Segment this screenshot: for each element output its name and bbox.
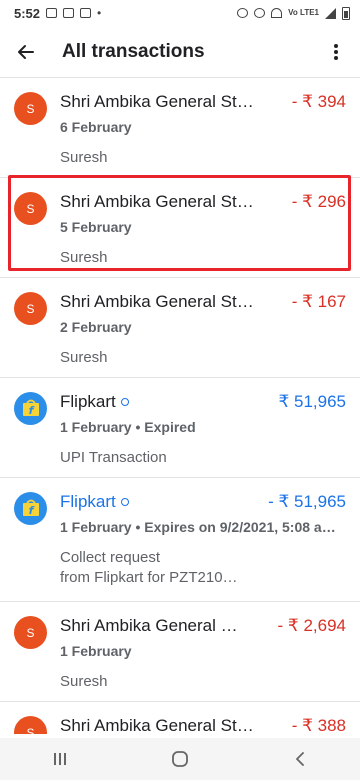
- transaction-date: 6 February: [60, 119, 132, 135]
- merchant-name: Shri Ambika General St…: [60, 716, 254, 734]
- transaction-details: Shri Ambika General St… - ₹ 296 5 Februa…: [60, 190, 346, 277]
- page-title: All transactions: [62, 40, 205, 62]
- flipkart-avatar: f: [14, 392, 47, 425]
- merchant-name: Shri Ambika General St…: [60, 192, 254, 211]
- home-button[interactable]: [160, 739, 200, 779]
- more-vert-icon: [334, 43, 338, 60]
- status-left: 5:52 •: [14, 6, 101, 21]
- transaction-header-row: Shri Ambika General St… - ₹ 388: [60, 714, 346, 734]
- transaction-header-row: Shri Ambika General … - ₹ 2,694: [60, 614, 346, 638]
- app-notification-icon: [80, 8, 92, 18]
- transaction-item[interactable]: S Shri Ambika General St… - ₹ 394 6 Febr…: [0, 78, 360, 178]
- transaction-item[interactable]: f Flipkart ₹ 51,965 1 February • Expired…: [0, 378, 360, 478]
- merchant-avatar: S: [14, 192, 47, 225]
- transaction-amount: - ₹ 296: [291, 192, 346, 211]
- transaction-item[interactable]: f Flipkart - ₹ 51,965 1 February • Expir…: [0, 478, 360, 602]
- transaction-header-row: Shri Ambika General St… - ₹ 394: [60, 90, 346, 114]
- transaction-details: Shri Ambika General St… - ₹ 388: [60, 714, 346, 734]
- transaction-date: 1 February • Expires on 9/2/2021, 5:08 a…: [60, 519, 336, 535]
- transaction-note: Suresh: [60, 149, 108, 166]
- merchant-avatar: S: [14, 92, 47, 125]
- more-options-button[interactable]: [324, 38, 348, 66]
- transaction-date: 1 February • Expired: [60, 419, 196, 435]
- flipkart-logo-icon: f: [22, 499, 39, 517]
- clock-icon: [120, 498, 129, 506]
- recents-icon: [54, 753, 66, 765]
- mute-icon: [254, 8, 266, 18]
- transaction-note: UPI Transaction: [60, 449, 167, 466]
- signal-icon: [325, 7, 336, 19]
- more-notifications-dot-icon: •: [97, 6, 102, 20]
- merchant-name-wrap: Flipkart: [60, 392, 268, 412]
- transaction-details: Shri Ambika General St… - ₹ 167 2 Februa…: [60, 290, 346, 377]
- transaction-note: Suresh: [60, 673, 108, 690]
- battery-icon: [342, 6, 350, 20]
- status-bar: 5:52 • Vo LTE1: [0, 0, 360, 26]
- transaction-date: 5 February: [60, 219, 132, 235]
- clock-icon: [120, 398, 129, 406]
- merchant-name: Shri Ambika General …: [60, 616, 238, 635]
- transaction-header-row: Flipkart - ₹ 51,965: [60, 490, 346, 514]
- home-icon: [172, 751, 188, 767]
- transaction-details: Flipkart - ₹ 51,965 1 February • Expires…: [60, 490, 346, 601]
- status-time: 5:52: [14, 5, 41, 21]
- status-right: Vo LTE1: [237, 6, 350, 20]
- recents-button[interactable]: [40, 739, 80, 779]
- transaction-amount: - ₹ 167: [291, 292, 346, 311]
- transaction-header-row: Shri Ambika General St… - ₹ 296: [60, 190, 346, 214]
- transaction-date: 1 February: [60, 643, 132, 659]
- transaction-list[interactable]: S Shri Ambika General St… - ₹ 394 6 Febr…: [0, 78, 360, 734]
- transaction-item[interactable]: S Shri Ambika General St… - ₹ 296 5 Febr…: [0, 178, 360, 278]
- network-type-label: Vo LTE1: [288, 8, 319, 17]
- flipkart-avatar: f: [14, 492, 47, 525]
- transaction-note-line: Collect request: [60, 549, 161, 566]
- wifi-icon: [271, 8, 283, 18]
- transaction-details: Flipkart ₹ 51,965 1 February • Expired U…: [60, 390, 346, 477]
- transaction-date: 2 February: [60, 319, 132, 335]
- app-bar: All transactions: [0, 26, 360, 78]
- transaction-note: Suresh: [60, 349, 108, 366]
- transaction-details: Shri Ambika General … - ₹ 2,694 1 Februa…: [60, 614, 346, 701]
- transaction-amount: - ₹ 2,694: [277, 616, 346, 635]
- merchant-avatar: S: [14, 716, 47, 734]
- transaction-note-line: from Flipkart for PZT210…: [60, 569, 238, 586]
- transaction-note: Suresh: [60, 249, 108, 266]
- merchant-name-wrap: Flipkart: [60, 492, 258, 512]
- merchant-avatar: S: [14, 292, 47, 325]
- nav-back-icon: [296, 752, 304, 766]
- gallery-notification-icon: [46, 8, 58, 18]
- transaction-amount: - ₹ 394: [291, 92, 346, 111]
- transaction-note: Collect request from Flipkart for PZT210…: [60, 548, 346, 588]
- transaction-details: Shri Ambika General St… - ₹ 394 6 Februa…: [60, 90, 346, 177]
- back-arrow-icon: [18, 44, 34, 59]
- transaction-header-row: Shri Ambika General St… - ₹ 167: [60, 290, 346, 314]
- transaction-item[interactable]: S Shri Ambika General St… - ₹ 167 2 Febr…: [0, 278, 360, 378]
- merchant-name: Flipkart: [60, 392, 116, 411]
- system-navigation-bar: [0, 738, 360, 780]
- back-button[interactable]: [12, 38, 40, 66]
- transaction-header-row: Flipkart ₹ 51,965: [60, 390, 346, 414]
- merchant-name: Shri Ambika General St…: [60, 92, 254, 111]
- nav-back-button[interactable]: [280, 739, 320, 779]
- transaction-amount: - ₹ 388: [291, 716, 346, 734]
- merchant-name[interactable]: Flipkart: [60, 492, 116, 512]
- transaction-item[interactable]: S Shri Ambika General … - ₹ 2,694 1 Febr…: [0, 602, 360, 702]
- transaction-amount: ₹ 51,965: [278, 392, 346, 411]
- merchant-name: Shri Ambika General St…: [60, 292, 254, 311]
- flipkart-logo-icon: f: [22, 399, 39, 417]
- merchant-avatar: S: [14, 616, 47, 649]
- transaction-amount: - ₹ 51,965: [268, 492, 346, 511]
- transaction-item[interactable]: S Shri Ambika General St… - ₹ 388: [0, 702, 360, 734]
- alarm-icon: [237, 8, 249, 18]
- mail-notification-icon: [63, 8, 75, 18]
